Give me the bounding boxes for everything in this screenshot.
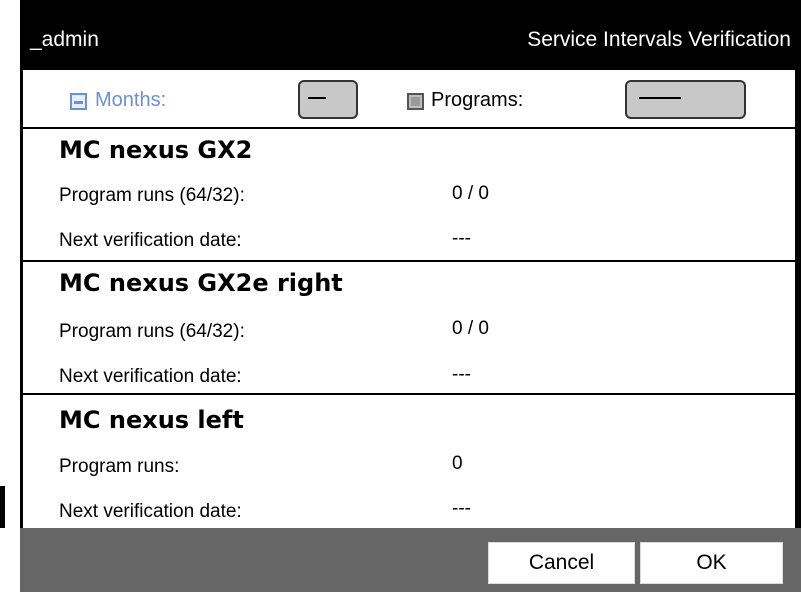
section-divider — [23, 393, 795, 395]
user-name: _admin — [30, 28, 99, 51]
program-runs-label: Program runs (64/32): — [59, 321, 245, 342]
ok-button[interactable]: OK — [640, 542, 783, 584]
filter-row: Months: Programs: — [23, 70, 795, 128]
months-checkbox[interactable] — [70, 93, 87, 110]
months-input[interactable] — [298, 80, 358, 119]
next-verification-value: --- — [452, 364, 471, 385]
programs-input[interactable] — [625, 80, 746, 119]
button-bar: Cancel OK — [20, 528, 801, 592]
programs-value — [639, 97, 681, 99]
section-title: MC nexus left — [59, 406, 244, 434]
program-runs-value: 0 / 0 — [452, 183, 489, 204]
window-title: Service Intervals Verification — [527, 28, 791, 51]
section-divider — [23, 260, 795, 262]
cancel-button[interactable]: Cancel — [488, 542, 635, 584]
program-runs-label: Program runs (64/32): — [59, 185, 245, 206]
months-value — [308, 97, 326, 99]
next-verification-value: --- — [452, 498, 471, 519]
content-panel: Months: Programs: MC nexus GX2 Program r… — [23, 70, 795, 528]
section-title: MC nexus GX2 — [59, 136, 253, 164]
program-runs-value: 0 / 0 — [452, 318, 489, 339]
next-verification-label: Next verification date: — [59, 501, 242, 522]
program-runs-label: Program runs: — [59, 456, 180, 477]
programs-label: Programs: — [431, 89, 524, 111]
title-bar: _admin Service Intervals Verification — [20, 0, 801, 70]
next-verification-label: Next verification date: — [59, 366, 242, 387]
next-verification-value: --- — [452, 228, 471, 249]
months-label: Months: — [95, 89, 167, 111]
programs-checkbox[interactable] — [407, 93, 424, 110]
program-runs-value: 0 — [452, 453, 463, 474]
section-title: MC nexus GX2e right — [59, 269, 343, 297]
section-divider — [23, 127, 795, 129]
next-verification-label: Next verification date: — [59, 230, 242, 251]
edge-marker — [0, 486, 5, 528]
